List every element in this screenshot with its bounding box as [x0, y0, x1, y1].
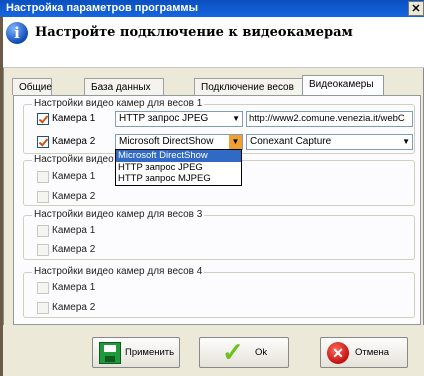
cancel-label: Отмена — [355, 347, 390, 358]
dropdown-option[interactable]: Microsoft DirectShow — [116, 150, 241, 162]
camera2-checkbox[interactable] — [37, 136, 49, 148]
title-bar: Настройка параметров программы ✕ — [0, 0, 424, 17]
camera1-label: Камера 1 — [52, 113, 96, 124]
chevron-down-icon[interactable]: ▼ — [229, 135, 242, 149]
group-title: Настройки видео камер для весов 4 — [32, 266, 205, 277]
close-button[interactable]: ✕ — [408, 1, 424, 16]
group-title: Настройки видео камер для весов 3 — [32, 209, 205, 220]
camera2-device-select[interactable]: Conexant Capture ▼ — [246, 134, 413, 150]
camera2-source-select[interactable]: Microsoft DirectShow ▼ — [115, 134, 243, 150]
camera1-source-value: HTTP запрос JPEG — [119, 113, 209, 124]
chevron-down-icon: ▼ — [402, 137, 410, 146]
camera2-device-value: Conexant Capture — [250, 136, 332, 147]
cancel-button[interactable]: ✕ Отмена — [320, 337, 408, 368]
source-dropdown-list: Microsoft DirectShow HTTP запрос JPEG HT… — [115, 149, 242, 186]
tab-database[interactable]: База данных — [84, 78, 164, 95]
camera1-checkbox[interactable] — [37, 171, 49, 183]
camera1-url-field[interactable]: http://www2.comune.venezia.it/webC — [246, 111, 413, 127]
header-title: Настройте подключение к видеокамерам — [35, 25, 353, 40]
camera1-label: Камера 1 — [52, 225, 96, 236]
tab-general[interactable]: Общие — [12, 78, 52, 95]
ok-label: Ok — [255, 347, 268, 358]
cancel-icon: ✕ — [327, 342, 349, 364]
chevron-down-icon: ▼ — [232, 114, 240, 123]
group-title: Настройки видео камер для весов 1 — [32, 98, 205, 109]
checkmark-icon: ✓ — [222, 337, 244, 367]
camera2-label: Камера 2 — [52, 191, 96, 202]
camera2-checkbox[interactable] — [37, 244, 49, 256]
camera2-source-value: Microsoft DirectShow — [119, 136, 214, 147]
ok-button[interactable]: ✓ Ok — [199, 337, 289, 368]
camera1-checkbox[interactable] — [37, 225, 49, 237]
window-title: Настройка параметров программы — [6, 2, 198, 14]
camera2-checkbox[interactable] — [37, 302, 49, 314]
tab-scales-connection[interactable]: Подключение весов — [194, 78, 306, 95]
camera1-label: Камера 1 — [52, 282, 96, 293]
dropdown-option[interactable]: HTTP запрос MJPEG — [116, 173, 241, 185]
apply-button[interactable]: Применить — [92, 337, 180, 368]
camera1-label: Камера 1 — [52, 171, 96, 182]
apply-label: Применить — [125, 347, 175, 358]
tab-cameras[interactable]: Видеокамеры — [302, 75, 384, 96]
camera2-label: Камера 2 — [52, 244, 96, 255]
camera2-label: Камера 2 — [52, 136, 96, 147]
camera2-checkbox[interactable] — [37, 191, 49, 203]
group-title: Настройки видео — [32, 154, 116, 165]
floppy-disk-icon — [99, 342, 121, 364]
dropdown-option[interactable]: HTTP запрос JPEG — [116, 162, 241, 174]
info-icon: i — [6, 22, 28, 44]
camera1-source-select[interactable]: HTTP запрос JPEG ▼ — [115, 111, 243, 127]
camera2-label: Камера 2 — [52, 302, 96, 313]
camera1-checkbox[interactable] — [37, 113, 49, 125]
camera1-checkbox[interactable] — [37, 282, 49, 294]
